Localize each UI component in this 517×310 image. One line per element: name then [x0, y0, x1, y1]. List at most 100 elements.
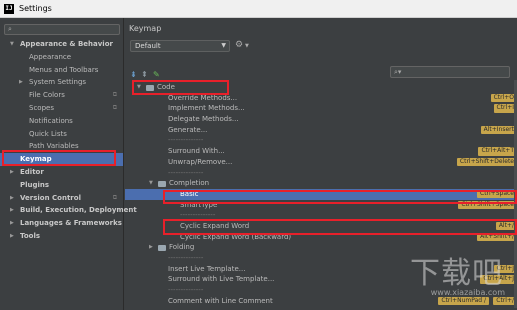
find-shortcut-input[interactable]: ⌕▾	[390, 66, 510, 78]
page-title: Keymap	[129, 24, 162, 33]
tree-action[interactable]: Delegate Methods...	[125, 114, 517, 125]
sidebar-item-label: Menus and Toolbars	[29, 65, 99, 74]
tree-item-label: Folding	[169, 243, 195, 252]
tree-action[interactable]: Generate... Alt+Insert	[125, 125, 517, 136]
sidebar-item-label: Languages & Frameworks	[20, 219, 122, 228]
sidebar-item-quick-lists[interactable]: Quick Lists	[0, 128, 123, 141]
search-icon: ⌕▾	[394, 68, 402, 76]
sidebar-item-label: Version Control	[20, 193, 81, 202]
tree-separator: --------------	[125, 168, 517, 179]
gear-icon[interactable]: ⚙	[235, 40, 243, 50]
sidebar-item-label: Editor	[20, 167, 44, 176]
tree-action[interactable]: Implement Methods... Ctrl+I	[125, 103, 517, 114]
sidebar-item-editor[interactable]: ▶ Editor	[0, 166, 123, 179]
sidebar-item-label: Build, Execution, Deployment	[20, 206, 137, 215]
tree-separator: --------------	[125, 135, 517, 146]
sidebar-item-notifications[interactable]: Notifications	[0, 115, 123, 128]
sidebar-item-appearance-behavior[interactable]: ▼ Appearance & Behavior	[0, 38, 123, 51]
keymap-toolbar: ⇟ ⇞ ✎	[130, 70, 190, 80]
sidebar-item-label: File Colors	[29, 91, 65, 100]
sidebar-item-menus-and-toolbars[interactable]: Menus and Toolbars	[0, 64, 123, 77]
tree-item-label: SmartType	[180, 200, 218, 209]
tree-item-label: Generate...	[168, 125, 208, 134]
expand-all-icon[interactable]: ⇟	[130, 70, 137, 80]
sidebar-item-tools[interactable]: ▶ Tools	[0, 230, 123, 243]
project-config-icon: ⧉	[112, 103, 117, 111]
tree-action[interactable]: Unwrap/Remove... Ctrl+Shift+Delete	[125, 157, 517, 168]
sidebar-item-path-variables[interactable]: Path Variables	[0, 140, 123, 153]
search-icon: ⌕	[8, 25, 12, 33]
tree-item-label: Cyclic Expand Word	[180, 221, 250, 230]
tree-item-label: Surround With...	[168, 147, 225, 156]
sidebar-item-appearance[interactable]: Appearance	[0, 51, 123, 64]
tree-item-label: --------------	[168, 136, 204, 145]
sidebar-item-languages-frameworks[interactable]: ▶ Languages & Frameworks	[0, 217, 123, 230]
scheme-value: Default	[135, 42, 161, 50]
tree-item-label: Code	[157, 83, 175, 91]
tree-action[interactable]: Surround With... Ctrl+Alt+T	[125, 146, 517, 157]
tree-item-label: Cyclic Expand Word (Backward)	[180, 232, 292, 241]
tree-folder[interactable]: ▼ Completion	[125, 178, 517, 189]
project-config-icon: ⧉	[112, 91, 117, 99]
settings-nav-tree: ▼ Appearance & Behavior Appearance Menus an…	[0, 38, 137, 243]
tree-action[interactable]: Basic Ctrl+Space	[125, 188, 517, 200]
tree-item-label: Unwrap/Remove...	[168, 157, 233, 166]
folder-icon	[158, 180, 166, 187]
sidebar-item-label: Notifications	[29, 116, 73, 125]
sidebar-item-label: System Settings	[29, 78, 87, 87]
settings-sidebar: ⌕ ▼ Appearance & Behavior Appearance Menus …	[0, 18, 137, 310]
tree-action[interactable]: Cyclic Expand Word Alt+/	[125, 221, 517, 232]
collapse-arrow-icon[interactable]: ▶	[10, 204, 14, 217]
expand-arrow-icon[interactable]: ▼	[137, 82, 141, 93]
tree-item-label: --------------	[168, 254, 204, 262]
collapse-arrow-icon[interactable]: ▶	[10, 166, 14, 179]
sidebar-item-label: Scopes	[29, 103, 54, 112]
tree-action[interactable]: SmartType Ctrl+Shift+Space	[125, 200, 517, 211]
collapse-arrow-icon[interactable]: ▶	[19, 76, 23, 89]
project-config-icon: ⧉	[112, 193, 117, 201]
sidebar-item-build-execution-deployment[interactable]: ▶ Build, Execution, Deployment	[0, 204, 137, 217]
collapse-arrow-icon[interactable]: ▶	[149, 242, 153, 253]
sidebar-item-version-control[interactable]: ▶ Version Control ⧉	[0, 192, 123, 205]
sidebar-item-label: Quick Lists	[29, 129, 67, 138]
tree-item-label: --------------	[180, 211, 216, 220]
collapse-arrow-icon[interactable]: ▶	[10, 217, 14, 230]
sidebar-item-system-settings[interactable]: ▶ System Settings	[0, 76, 123, 89]
sidebar-item-label: Appearance	[29, 52, 72, 61]
tree-item-label: Comment with Line Comment	[168, 296, 273, 305]
sidebar-item-label: Path Variables	[29, 142, 79, 151]
sidebar-item-plugins[interactable]: Plugins	[0, 179, 123, 192]
expand-arrow-icon[interactable]: ▼	[10, 38, 14, 51]
watermark-url: www.xiazaiba.com	[430, 288, 505, 297]
expand-arrow-icon[interactable]: ▼	[149, 178, 153, 189]
sidebar-item-label: Keymap	[20, 155, 52, 164]
tree-folder[interactable]: ▼ Code	[125, 82, 517, 93]
folder-icon	[158, 244, 166, 251]
collapse-arrow-icon[interactable]: ▶	[10, 192, 14, 205]
sidebar-item-scopes[interactable]: Scopes ⧉	[0, 102, 123, 115]
shortcut-badge: Alt+Insert	[480, 125, 517, 135]
sidebar-item-label: Tools	[20, 231, 41, 240]
collapse-all-icon[interactable]: ⇞	[141, 70, 148, 80]
shortcut-badge: Ctrl+Alt+T	[478, 147, 517, 156]
tree-item-label: --------------	[168, 286, 204, 295]
sidebar-item-label: Plugins	[20, 180, 50, 189]
folder-icon	[146, 84, 154, 91]
tree-item-label: Override Methods...	[168, 93, 238, 102]
tree-item-label: Insert Live Template...	[168, 264, 246, 273]
keymap-scheme-select[interactable]: Default ▼	[130, 40, 230, 52]
settings-search-input[interactable]: ⌕	[4, 24, 120, 35]
sidebar-item-keymap[interactable]: Keymap	[0, 153, 123, 166]
chevron-down-icon: ▼	[221, 42, 226, 49]
tree-item-label: --------------	[168, 168, 204, 177]
sidebar-item-file-colors[interactable]: File Colors ⧉	[0, 89, 123, 102]
chevron-down-icon[interactable]: ▼	[245, 43, 249, 49]
shortcut-badge: Ctrl+Shift+Delete	[456, 157, 517, 167]
title-bar: IJ Settings	[0, 0, 517, 18]
shortcut-badge: Ctrl+Space	[477, 189, 517, 199]
shortcut-badge: Alt+Shift+/	[477, 232, 517, 242]
tree-action[interactable]: Override Methods... Ctrl+O	[125, 93, 517, 104]
tree-action[interactable]: Cyclic Expand Word (Backward) Alt+Shift+/	[125, 232, 517, 243]
edit-shortcut-icon[interactable]: ✎	[153, 70, 160, 80]
collapse-arrow-icon[interactable]: ▶	[10, 230, 14, 243]
